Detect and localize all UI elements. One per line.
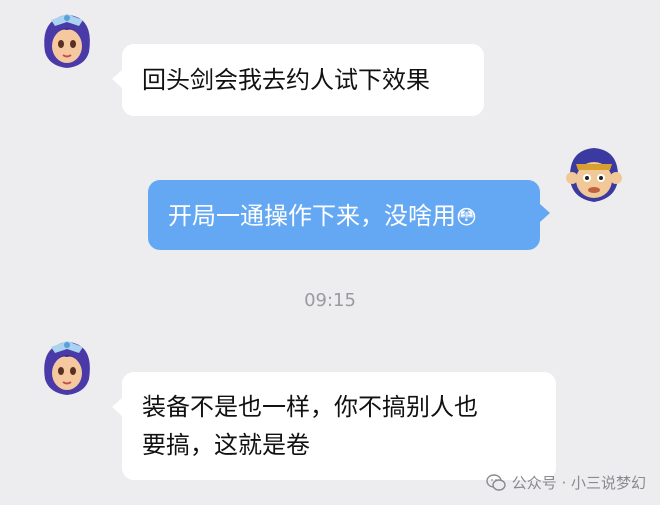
own-avatar[interactable] (562, 142, 626, 206)
bubble-tail (112, 398, 122, 416)
message-timestamp: 09:15 (304, 290, 356, 311)
message-bubble-incoming[interactable]: 装备不是也一样，你不搞别人也 要搞，这就是卷 (122, 372, 556, 480)
watermark-text: 公众号 · 小三说梦幻 (511, 474, 646, 492)
message-text: 回头剑会我去约人试下效果 (142, 66, 430, 94)
female-character-avatar-icon (35, 335, 99, 399)
bubble-tail (540, 204, 550, 222)
bubble-tail (112, 70, 122, 88)
sender-avatar[interactable] (35, 8, 99, 72)
sender-avatar[interactable] (35, 335, 99, 399)
wechat-icon (485, 473, 506, 491)
female-character-avatar-icon (35, 8, 99, 72)
message-text-line: 要搞，这就是卷 (142, 431, 310, 459)
flushed-face-emoji-icon: 😳 (456, 205, 477, 229)
message-text-line: 装备不是也一样，你不搞别人也 (142, 393, 478, 421)
message-bubble-incoming[interactable]: 回头剑会我去约人试下效果 (122, 44, 484, 116)
message-bubble-outgoing[interactable]: 开局一通操作下来，没啥用😳 (148, 180, 540, 250)
monkey-character-avatar-icon (562, 142, 626, 206)
message-text: 开局一通操作下来，没啥用 (168, 202, 456, 230)
watermark: 公众号 · 小三说梦幻 (485, 472, 646, 493)
